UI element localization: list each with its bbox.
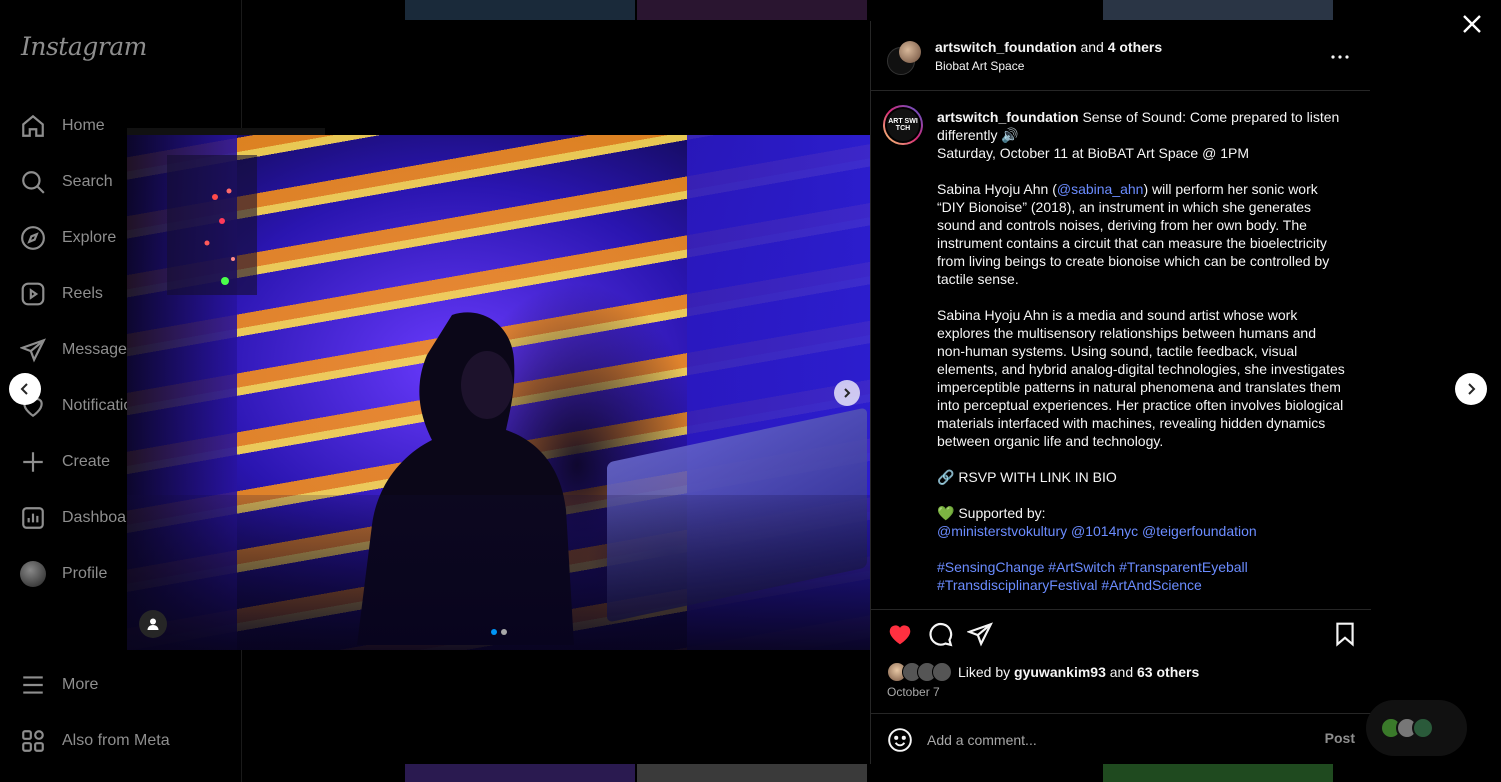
avatar-logo-text: ART SWI TCH [885,107,921,143]
chevron-right-icon [1468,383,1476,395]
reels-icon [21,282,45,306]
emoji-icon[interactable] [887,727,913,753]
media-next-button[interactable] [834,380,860,406]
hashtag-links[interactable]: #TransdisciplinaryFestival #ArtAndScienc… [937,577,1202,593]
carousel-indicator [491,629,507,635]
close-icon[interactable] [1460,12,1484,36]
avatar [1412,717,1434,739]
sidebar-item-label: Explore [62,229,117,246]
carousel-dot [501,629,507,635]
caption-scroll-area[interactable]: ART SWI TCH artswitch_foundation Sense o… [871,92,1371,609]
post-media-image[interactable] [127,135,870,650]
likes-prefix: Liked by [958,664,1011,680]
more-options-icon[interactable] [1328,45,1352,69]
search-icon [22,171,45,194]
synth-lights [167,155,257,295]
post-comment-button[interactable]: Post [1325,730,1355,746]
post-actions: Liked by gyuwankim93 and 63 others Octob… [871,609,1371,764]
likes-summary[interactable]: Liked by gyuwankim93 and 63 others [887,662,1199,682]
background-post-tile [637,764,867,782]
author-username[interactable]: artswitch_foundation [935,39,1077,55]
home-icon [22,114,44,137]
background-post-tile [1103,0,1333,20]
avatar [20,561,46,587]
post-details-panel: artswitch_foundation and 4 others Biobat… [870,21,1371,764]
sidebar-item-label: Messages [62,341,135,358]
chevron-right-icon [844,388,851,398]
background-post-tile [127,128,325,135]
comment-composer: Post [871,713,1371,765]
hashtag-links[interactable]: #SensingChange #ArtSwitch #TransparentEy… [937,559,1248,575]
carousel-dot [491,629,497,635]
bookmark-icon[interactable] [1332,621,1358,647]
dashboard-icon [22,507,44,529]
messages-icon [20,338,46,363]
caption-line: Saturday, October 11 at BioBAT Art Space… [937,145,1249,161]
sidebar-item-label: Create [62,453,111,470]
plus-icon [23,452,43,472]
explore-icon [21,226,45,250]
sponsor-mentions[interactable]: @ministerstvokultury @1014nyc @teigerfou… [937,523,1257,539]
sidebar-item-label: Also from Meta [62,732,170,749]
next-post-button[interactable] [1455,373,1487,405]
sidebar-item-label: More [62,676,99,693]
post-caption: artswitch_foundation Sense of Sound: Com… [937,108,1347,609]
sidebar-item-label: Search [62,173,113,190]
comment-input[interactable] [927,730,1287,750]
post-header: artswitch_foundation and 4 others Biobat… [871,21,1370,91]
heart-filled-icon[interactable] [887,621,913,647]
post-authors[interactable]: artswitch_foundation and 4 others [935,39,1162,55]
previous-post-button[interactable] [9,373,41,405]
sidebar-item-also-from[interactable]: Also from Meta [20,721,241,761]
share-icon[interactable] [967,621,993,647]
collab-avatars[interactable] [887,41,921,75]
menu-icon [23,676,43,694]
instagram-logo[interactable]: Instagram [21,32,147,61]
post-date[interactable]: October 7 [887,685,940,699]
and-text: and [1080,39,1104,55]
background-post-tile [405,764,635,782]
sidebar-item-more[interactable]: More [20,665,241,705]
liker-avatars [887,662,952,682]
user-icon [147,618,159,630]
caption-author[interactable]: artswitch_foundation [937,109,1079,125]
caption-supported: 💚 Supported by: [937,505,1046,521]
background-post-tile [405,0,635,20]
background-post-tile [1103,764,1333,782]
likes-others[interactable]: 63 others [1137,664,1199,680]
author-avatar[interactable]: ART SWI TCH [883,105,923,145]
mention-link[interactable]: @sabina_ahn [1057,181,1144,197]
sidebar-item-label: Home [62,117,105,134]
tagged-users-button[interactable] [139,610,167,638]
collab-count[interactable]: 4 others [1108,39,1162,55]
chevron-left-icon [20,383,28,395]
sidebar-item-label: Reels [62,285,103,302]
liker-username[interactable]: gyuwankim93 [1014,664,1106,680]
caption-text: Sabina Hyoju Ahn ( [937,181,1057,197]
comment-icon[interactable] [927,621,953,647]
likes-and: and [1109,664,1134,680]
background-post-tile [637,0,867,20]
image-shade [127,495,870,650]
avatar [899,41,921,63]
post-location[interactable]: Biobat Art Space [935,59,1024,73]
caption-rsvp: 🔗 RSVP WITH LINK IN BIO [937,469,1117,485]
messages-dock[interactable] [1366,700,1467,756]
grid-icon [22,730,44,752]
avatar [932,662,952,682]
sidebar-item-label: Profile [62,565,108,582]
caption-paragraph: Sabina Hyoju Ahn is a media and sound ar… [937,307,1345,449]
